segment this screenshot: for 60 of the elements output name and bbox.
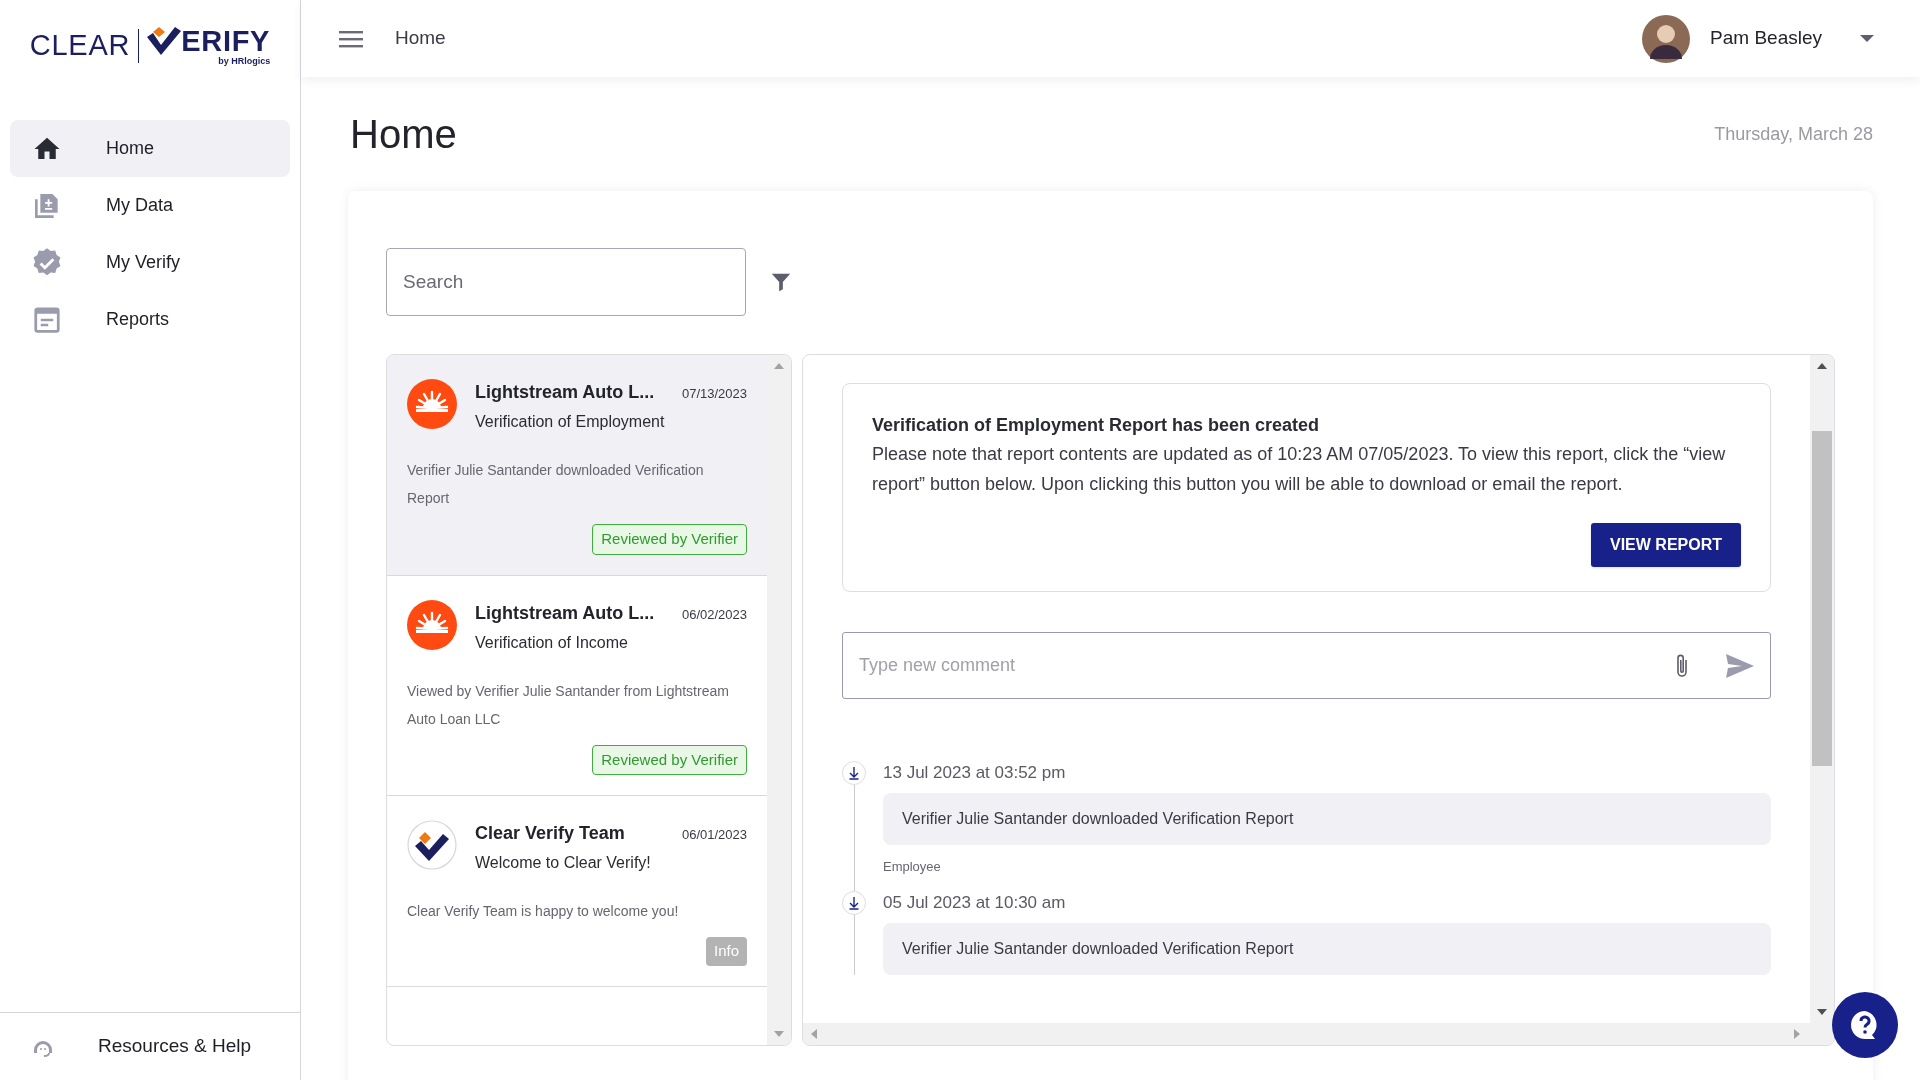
status-badge: Info	[705, 937, 747, 966]
logo-text: CLEAR	[29, 28, 131, 63]
notification-title: Lightstream Auto L...	[475, 601, 655, 625]
scroll-left-icon[interactable]	[811, 1029, 817, 1039]
report-body: Please note that report contents are updated as of 10:23 AM 07/05/2023. To view this report, click the “view report” button below. Upon clicking this button you will be able to download or email the report.	[872, 443, 1727, 496]
send-icon[interactable]	[1726, 653, 1754, 678]
notification-card[interactable]: Lightstream Auto L... 07/13/2023 Verification of Employment Verifier Julie Santander downloaded Verification Report Reviewed by Verifier	[387, 355, 767, 576]
view-report-button[interactable]: VIEW REPORT	[1591, 523, 1741, 567]
notification-subtitle: Verification of Income	[475, 632, 629, 653]
notification-description: Verifier Julie Santander downloaded Verification Report	[407, 461, 705, 508]
notification-description: Viewed by Verifier Julie Santander from Lightstream Auto Loan LLC	[407, 681, 730, 729]
notification-title: Clear Verify Team	[475, 822, 625, 845]
scrollbar-thumb[interactable]	[1812, 431, 1832, 766]
user-menu[interactable]: Pam Beasley	[1642, 14, 1874, 63]
sidebar-label: My Verify	[106, 251, 180, 274]
caret-icon	[1860, 34, 1874, 43]
timeline-message: Verifier Julie Santander downloaded Verification Report	[883, 922, 1771, 975]
status-badge: Reviewed by Verifier	[592, 524, 747, 555]
scroll-right-icon[interactable]	[1794, 1029, 1800, 1039]
search-field[interactable]: Search	[386, 248, 746, 316]
notification-description: Clear Verify Team is happy to welcome you!	[407, 902, 680, 921]
sidebar-item[interactable]: My Verify	[10, 234, 290, 291]
scroll-down-icon[interactable]	[1817, 1009, 1827, 1015]
sidebar-item[interactable]: Reports	[10, 291, 290, 348]
menu-icon[interactable]	[339, 28, 365, 49]
timeline-time: 05 Jul 2023 at 10:30 am	[883, 891, 1067, 914]
horizontal-scrollbar[interactable]	[803, 1023, 1834, 1045]
filter-icon[interactable]	[770, 271, 792, 293]
sun-logo-icon	[407, 599, 457, 650]
user-name: Pam Beasley	[1710, 26, 1822, 51]
resources-help-link[interactable]: Resources & Help	[0, 1012, 300, 1080]
check-logo-icon	[407, 820, 457, 870]
report-heading: Verification of Employment Report has been created	[872, 414, 1321, 437]
notification-title: Lightstream Auto L...	[475, 381, 655, 404]
sidebar-item[interactable]: Home	[10, 120, 290, 177]
sidebar-item[interactable]: My Data	[10, 177, 290, 234]
sidebar-label: Reports	[106, 308, 170, 331]
notification-date: 06/01/2023	[681, 826, 747, 844]
notification-date: 07/13/2023	[681, 385, 747, 403]
report-icon	[32, 304, 62, 335]
timeline-message: Verifier Julie Santander downloaded Verification Report	[883, 793, 1771, 845]
notification-subtitle: Verification of Employment	[475, 412, 666, 432]
scrollbar[interactable]	[1810, 355, 1834, 1023]
notification-date: 06/02/2023	[681, 605, 747, 624]
logo-text: ERIFY	[181, 26, 271, 56]
avatar-icon	[1642, 14, 1691, 63]
status-badge: Reviewed by Verifier	[592, 744, 747, 775]
download-icon	[842, 761, 866, 785]
timeline-time: 13 Jul 2023 at 03:52 pm	[883, 762, 1067, 784]
date-text: Thursday, March 28	[1714, 122, 1873, 146]
page-title: Home	[349, 111, 457, 158]
notification-subtitle: Welcome to Clear Verify!	[475, 853, 652, 873]
timeline-author: Employee	[883, 858, 942, 876]
download-icon	[842, 890, 866, 915]
breadcrumb: Home	[395, 26, 446, 51]
sun-logo-icon	[407, 379, 457, 429]
scroll-up-icon[interactable]	[1817, 363, 1827, 369]
sidebar-label: My Data	[106, 194, 174, 217]
sidebar-label: Home	[106, 137, 154, 160]
logo-byline: by HRlogics	[218, 57, 271, 67]
